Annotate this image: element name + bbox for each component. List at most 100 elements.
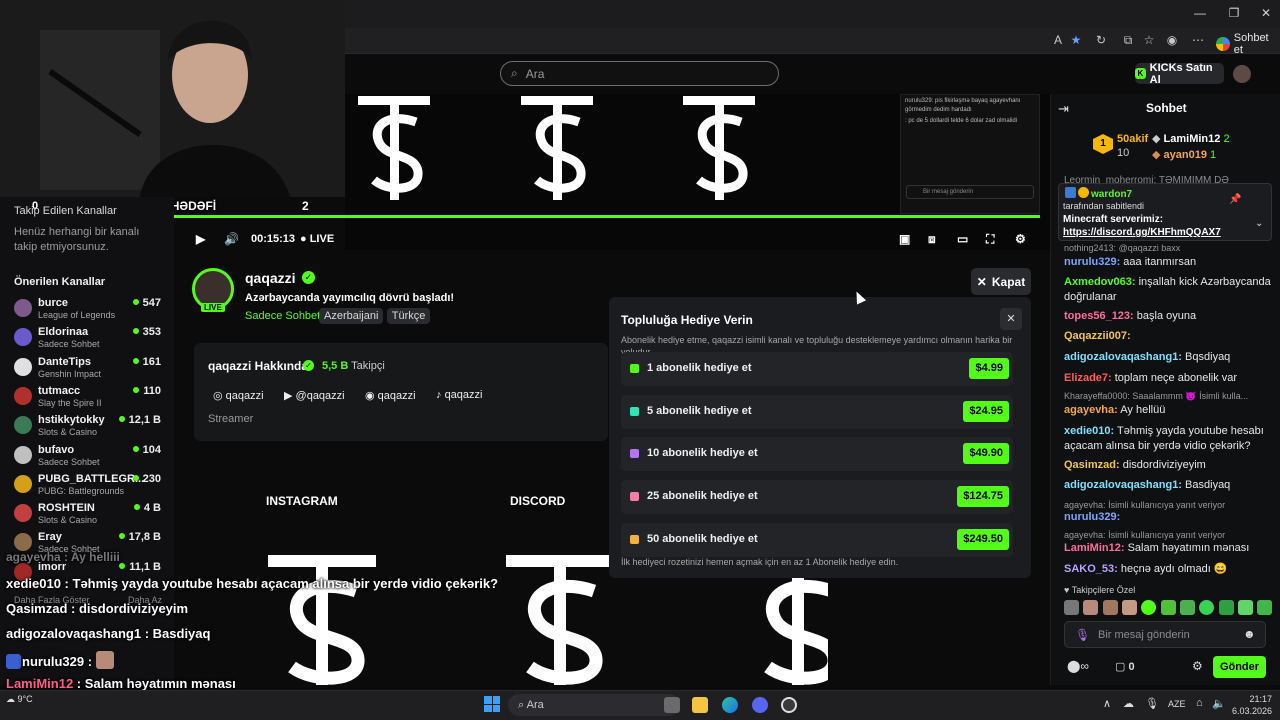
chat-username[interactable]: topes56_123:	[1064, 310, 1134, 322]
chat-username[interactable]: Kharayeffa0000:	[1064, 391, 1130, 401]
sidebar-channel-item[interactable]: burce League of Legends 547	[14, 297, 164, 325]
chat-username[interactable]: Qasimzad:	[1064, 459, 1120, 471]
volume-icon[interactable]: 🔊	[224, 232, 239, 246]
settings-gear-icon[interactable]: ⚙	[1015, 232, 1026, 246]
tray-chevron-up-icon[interactable]: ∧	[1103, 697, 1111, 710]
task-view-icon[interactable]	[664, 697, 680, 713]
gift-option[interactable]: 1 abonelik hediye et $4.99	[621, 352, 1013, 386]
clip-icon[interactable]: ⧈	[928, 232, 936, 247]
miniplayer-icon[interactable]: ▭	[957, 232, 968, 246]
taskbar-search[interactable]: ⌕ Ara	[508, 694, 680, 716]
chat-username[interactable]: agayevha:	[1064, 500, 1106, 510]
sidebar-channel-item[interactable]: DanteTips Genshin Impact 161	[14, 356, 164, 384]
windows-start-icon[interactable]	[484, 696, 500, 712]
emote[interactable]	[1199, 600, 1215, 615]
gift-option[interactable]: 50 abonelik hediye et $249.50	[621, 522, 1013, 557]
chat-username[interactable]: agayevha:	[1064, 404, 1118, 416]
channel-name[interactable]: qaqazzi	[245, 270, 296, 286]
stream-category[interactable]: Sadece Sohbet	[245, 310, 320, 322]
collections-icon[interactable]: ☆	[1142, 33, 1156, 47]
close-button[interactable]: ✕ Kapat	[971, 268, 1031, 295]
chat-input[interactable]: 🎙 Bir mesaj gönderin ☻	[1064, 621, 1266, 648]
progress-bar[interactable]	[174, 215, 1040, 218]
emote[interactable]	[1141, 600, 1157, 615]
play-icon[interactable]: ▶	[196, 232, 205, 246]
extensions-icon[interactable]: ⧉	[1121, 33, 1135, 47]
social-discord[interactable]: ◉ qaqazzi	[365, 389, 416, 402]
sidebar-channel-item[interactable]: hstikkytokky Slots & Casino 12,1 B	[14, 414, 164, 442]
emote[interactable]	[1218, 600, 1234, 615]
chat-username[interactable]: nurulu329:	[1064, 256, 1120, 268]
gift-price-button[interactable]: $24.95	[963, 400, 1009, 422]
social-tiktok[interactable]: ♪ qaqazzi	[436, 389, 482, 401]
social-youtube[interactable]: ▶ @qaqazzi	[284, 389, 345, 402]
emote[interactable]	[1102, 600, 1118, 615]
chat-username[interactable]: xedie010:	[1064, 425, 1114, 437]
buy-kicks-button[interactable]: K KICKs Satın Al	[1135, 62, 1224, 86]
close-icon[interactable]: ✕	[1258, 6, 1274, 20]
video-player[interactable]: nurulu329: pis fikirləşmə bayaq agayevha…	[345, 94, 1050, 250]
favorite-star-icon[interactable]: ★	[1069, 33, 1083, 47]
discord-app-icon[interactable]	[752, 697, 768, 713]
gift-price-button[interactable]: $49.90	[963, 443, 1009, 465]
emote[interactable]	[1083, 600, 1099, 615]
clock[interactable]: 21:17 6.03.2026	[1232, 693, 1272, 717]
tag[interactable]: Azerbaijani	[319, 308, 384, 324]
send-button[interactable]: Gönder	[1213, 656, 1266, 678]
modal-close-icon[interactable]: ✕	[1000, 308, 1022, 330]
chat-username[interactable]: adigozalovaqashang1:	[1064, 479, 1182, 491]
avatar[interactable]	[1233, 65, 1251, 83]
volume-tray-icon[interactable]: 🔈	[1212, 697, 1226, 710]
emote[interactable]	[1160, 600, 1176, 615]
chat-username[interactable]: SAKO_53:	[1064, 563, 1118, 575]
copilot-chat-button[interactable]: Sohbet et	[1216, 32, 1280, 56]
pin-icon[interactable]: 📌	[1229, 194, 1241, 205]
sidebar-channel-item[interactable]: bufavo Sadece Sohbet 104	[14, 444, 164, 472]
fullscreen-icon[interactable]: ⛶	[986, 232, 994, 247]
file-explorer-icon[interactable]	[692, 697, 708, 713]
tag[interactable]: Türkçe	[386, 308, 431, 324]
chat-username[interactable]: nurulu329:	[1064, 511, 1120, 523]
obs-icon[interactable]	[781, 697, 797, 713]
profile-icon[interactable]: ◉	[1165, 33, 1179, 47]
chat-username[interactable]: Qaqazzii007:	[1064, 330, 1131, 342]
gift-price-button[interactable]: $4.99	[969, 358, 1009, 379]
chat-settings-gear-icon[interactable]: ⚙	[1192, 659, 1203, 673]
chat-username[interactable]: nothing2413:	[1064, 243, 1116, 253]
network-icon[interactable]: ⌂	[1196, 697, 1203, 709]
read-aloud-icon[interactable]: A	[1051, 33, 1065, 47]
gift-option[interactable]: 5 abonelik hediye et $24.95	[621, 394, 1013, 429]
microphone-tray-icon[interactable]: 🎙	[1145, 697, 1159, 710]
emote[interactable]	[1122, 600, 1138, 615]
chat-username[interactable]: adigozalovaqashang1:	[1064, 351, 1182, 363]
gift-price-button[interactable]: $124.75	[957, 486, 1009, 508]
social-instagram[interactable]: ◎ qaqazzi	[213, 389, 264, 402]
sidebar-channel-item[interactable]: tutmacc Slay the Spire II 110	[14, 385, 164, 413]
minimize-icon[interactable]: —	[1192, 6, 1208, 20]
search-input[interactable]: ⌕ Ara	[500, 61, 779, 86]
collapse-chat-icon[interactable]: ⇥	[1058, 101, 1069, 117]
weather-widget[interactable]: ☁ 9°C	[6, 694, 33, 705]
gift-price-button[interactable]: $249.50	[957, 528, 1009, 550]
sidebar-channel-item[interactable]: ROSHTEIN Slots & Casino 4 B	[14, 502, 164, 530]
more-icon[interactable]: ⋯	[1191, 33, 1205, 47]
chevron-down-icon[interactable]: ⌄	[1255, 218, 1263, 229]
microphone-icon[interactable]: 🎙	[1075, 628, 1090, 642]
emote[interactable]	[1238, 600, 1254, 615]
theater-mode-icon[interactable]: ▣	[899, 232, 910, 246]
gift-option[interactable]: 10 abonelik hediye et $49.90	[621, 437, 1013, 472]
chat-username[interactable]: LamiMin12:	[1064, 542, 1125, 554]
emote[interactable]	[1064, 600, 1079, 615]
edge-browser-icon[interactable]	[722, 697, 738, 713]
gift-option[interactable]: 25 abonelik hediye et $124.75	[621, 480, 1013, 515]
points-icon[interactable]: ⬤∞	[1067, 659, 1089, 673]
emoji-icon[interactable]: ☻	[1243, 627, 1256, 641]
sidebar-channel-item[interactable]: Eldorinaa Sadece Sohbet 353	[14, 326, 164, 354]
chat-username[interactable]: Axmedov063:	[1064, 276, 1136, 288]
chat-username[interactable]: agayevha:	[1064, 530, 1106, 540]
pinned-link[interactable]: https://discord.gg/KHFhmQQAX7	[1063, 227, 1221, 238]
language-indicator[interactable]: AZE	[1168, 699, 1186, 709]
emote[interactable]	[1180, 600, 1196, 615]
onedrive-icon[interactable]: ☁	[1123, 697, 1134, 710]
emote[interactable]	[1257, 600, 1273, 615]
